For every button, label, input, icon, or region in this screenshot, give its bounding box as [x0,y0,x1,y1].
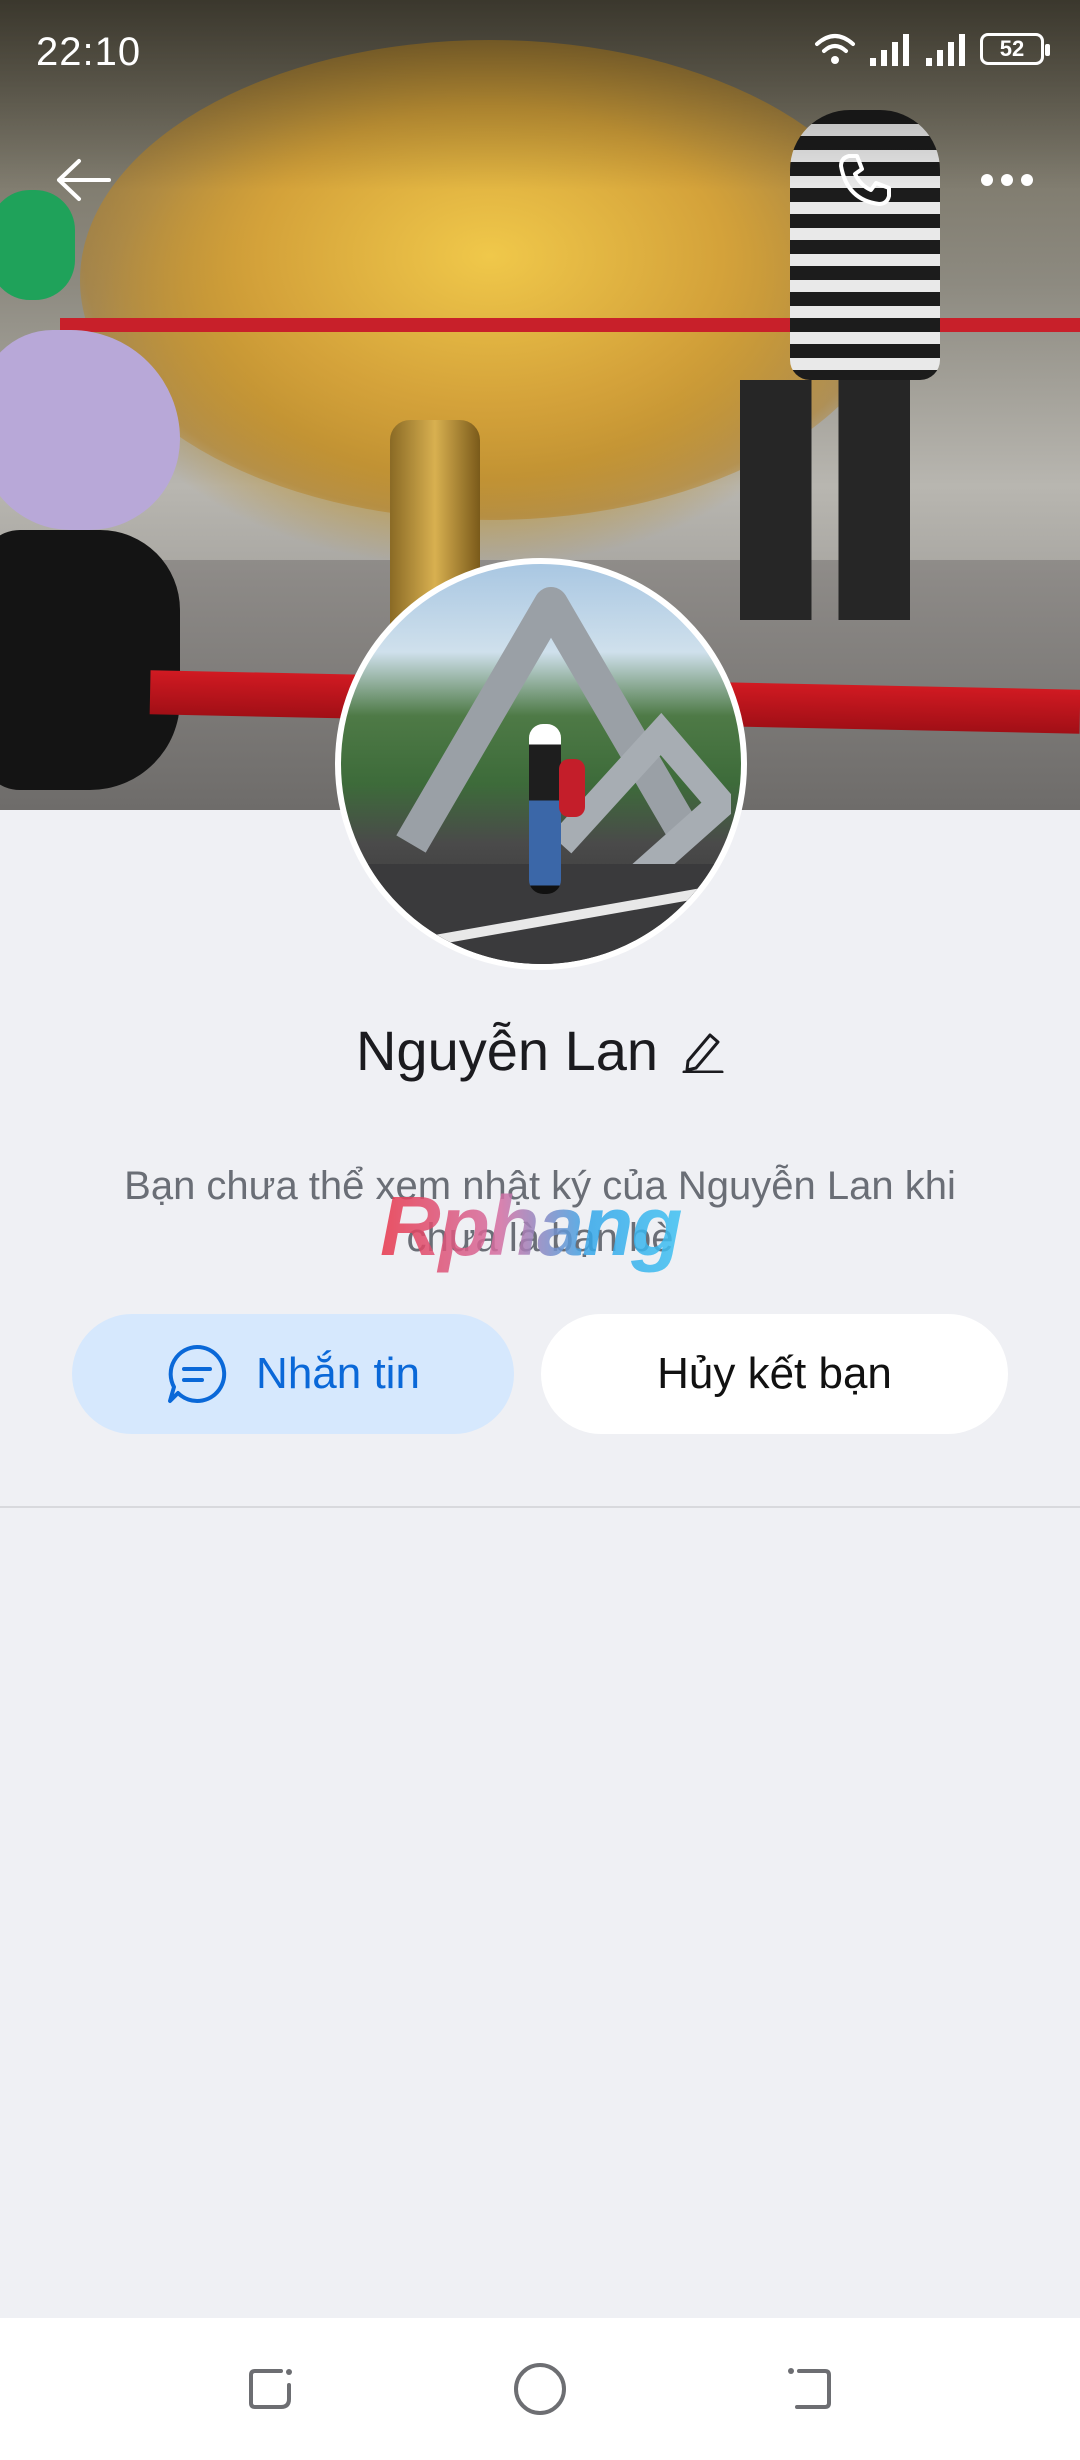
call-button[interactable] [820,135,910,225]
home-circle-icon [514,2363,566,2415]
profile-name-row: Nguyễn Lan [0,1010,1080,1090]
battery-icon: 52 [980,33,1050,65]
home-button[interactable] [505,2354,575,2424]
signal-icon-2 [926,34,965,66]
profile-name: Nguyễn Lan [355,1018,658,1082]
cover-black-bag [0,530,180,790]
pencil-icon[interactable] [682,1027,724,1073]
back-arrow-icon [57,159,111,201]
system-back-icon [788,2368,831,2409]
avatar-person [529,724,561,894]
more-dots-icon [981,174,1033,186]
avatar[interactable] [335,558,747,970]
status-icons: 52 [814,32,1050,66]
battery-level: 52 [999,36,1025,61]
status-time: 22:10 [36,30,142,74]
system-back-button[interactable] [774,2354,844,2424]
watermark-logo: Rphang [380,1179,683,1273]
message-button-label: Nhắn tin [256,1349,420,1398]
avatar-backpack [559,759,585,817]
chat-bubble-icon [168,1344,227,1403]
system-nav-bar [0,2318,1080,2460]
more-button[interactable] [962,135,1052,225]
phone-icon [839,154,891,206]
divider [0,1506,1080,1508]
back-button[interactable] [38,135,128,225]
recents-icon [249,2369,292,2409]
signal-icon-1 [870,34,909,66]
wifi-icon [815,34,855,64]
unfriend-button[interactable]: Hủy kết bạn [541,1314,1008,1434]
unfriend-button-label: Hủy kết bạn [657,1349,892,1398]
message-button[interactable]: Nhắn tin [72,1314,514,1434]
cover-person-legs [740,380,910,620]
status-bar: 22:10 52 [0,0,1080,110]
recents-button[interactable] [236,2354,306,2424]
